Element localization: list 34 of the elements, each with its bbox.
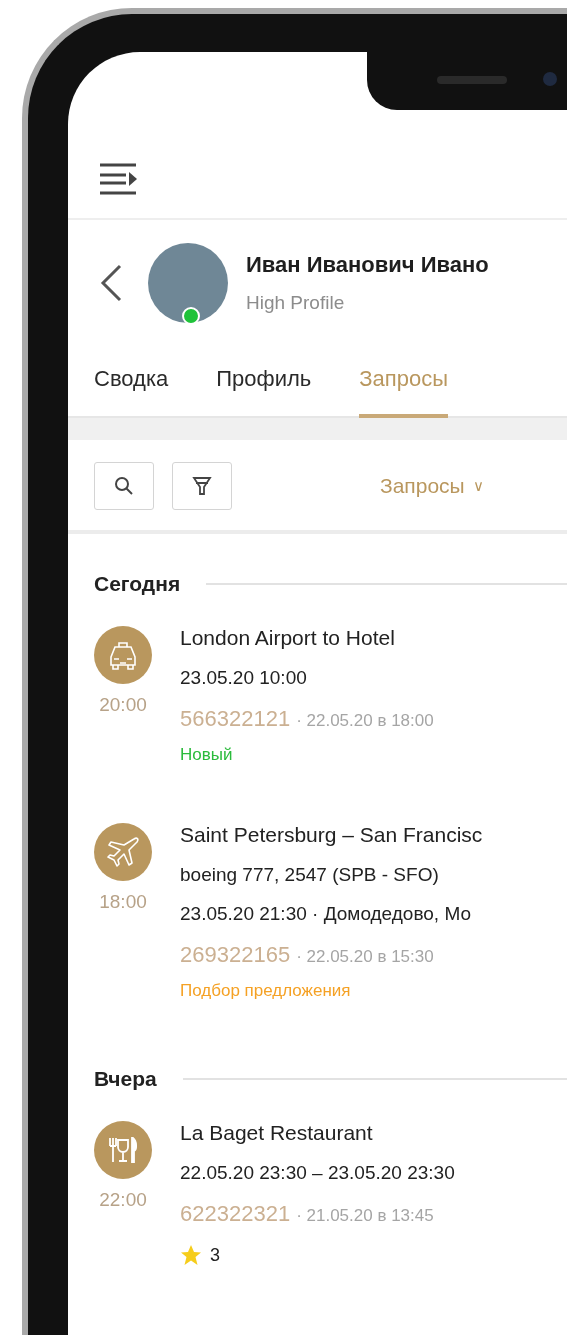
request-detail: 23.05.20 21:30 · Домодедово, Мо (180, 903, 473, 925)
search-icon (114, 476, 134, 496)
rating-value: 3 (210, 1244, 220, 1266)
request-number: 622322321 (180, 1201, 291, 1227)
request-detail: 23.05.20 10:00 (180, 667, 308, 689)
request-number: 566322121 (180, 706, 291, 732)
filter-icon (192, 475, 212, 497)
request-time: 20:00 (99, 694, 147, 716)
airplane-icon (94, 823, 152, 881)
request-status: Подбор предложения (180, 981, 352, 1001)
tab[interactable]: Сводка (94, 366, 169, 418)
request-created: · 22.05.20 в 15:30 (296, 947, 434, 967)
tab[interactable]: Профиль (216, 366, 312, 418)
request-title[interactable]: Saint Petersburg – San Francisc (180, 823, 483, 847)
request-title[interactable]: La Baget Restaurant (180, 1121, 455, 1145)
back-icon[interactable] (98, 263, 124, 303)
request-created: · 21.05.20 в 13:45 (296, 1206, 434, 1226)
request-time: 18:00 (99, 891, 147, 913)
search-button[interactable] (94, 462, 154, 510)
car-icon (94, 626, 152, 684)
request-detail: 22.05.20 23:30 – 23.05.20 23:30 (180, 1162, 455, 1184)
cutlery-glass-icon (94, 1121, 152, 1179)
request-time: 22:00 (99, 1189, 147, 1211)
profile-name: Иван Иванович Ивано (246, 252, 489, 278)
profile-subtitle: High Profile (246, 292, 346, 314)
request-detail: boeing 777, 2547 (SPB - SFO) (180, 864, 440, 886)
star-icon (180, 1244, 202, 1266)
section-title: Вчера (94, 1067, 157, 1091)
filter-button[interactable] (172, 462, 232, 510)
request-number: 269322165 (180, 942, 291, 968)
request-created: · 22.05.20 в 18:00 (296, 711, 434, 731)
section-title: Сегодня (94, 572, 181, 596)
request-title[interactable]: London Airport to Hotel (180, 626, 434, 650)
request-status: Новый (180, 745, 234, 765)
